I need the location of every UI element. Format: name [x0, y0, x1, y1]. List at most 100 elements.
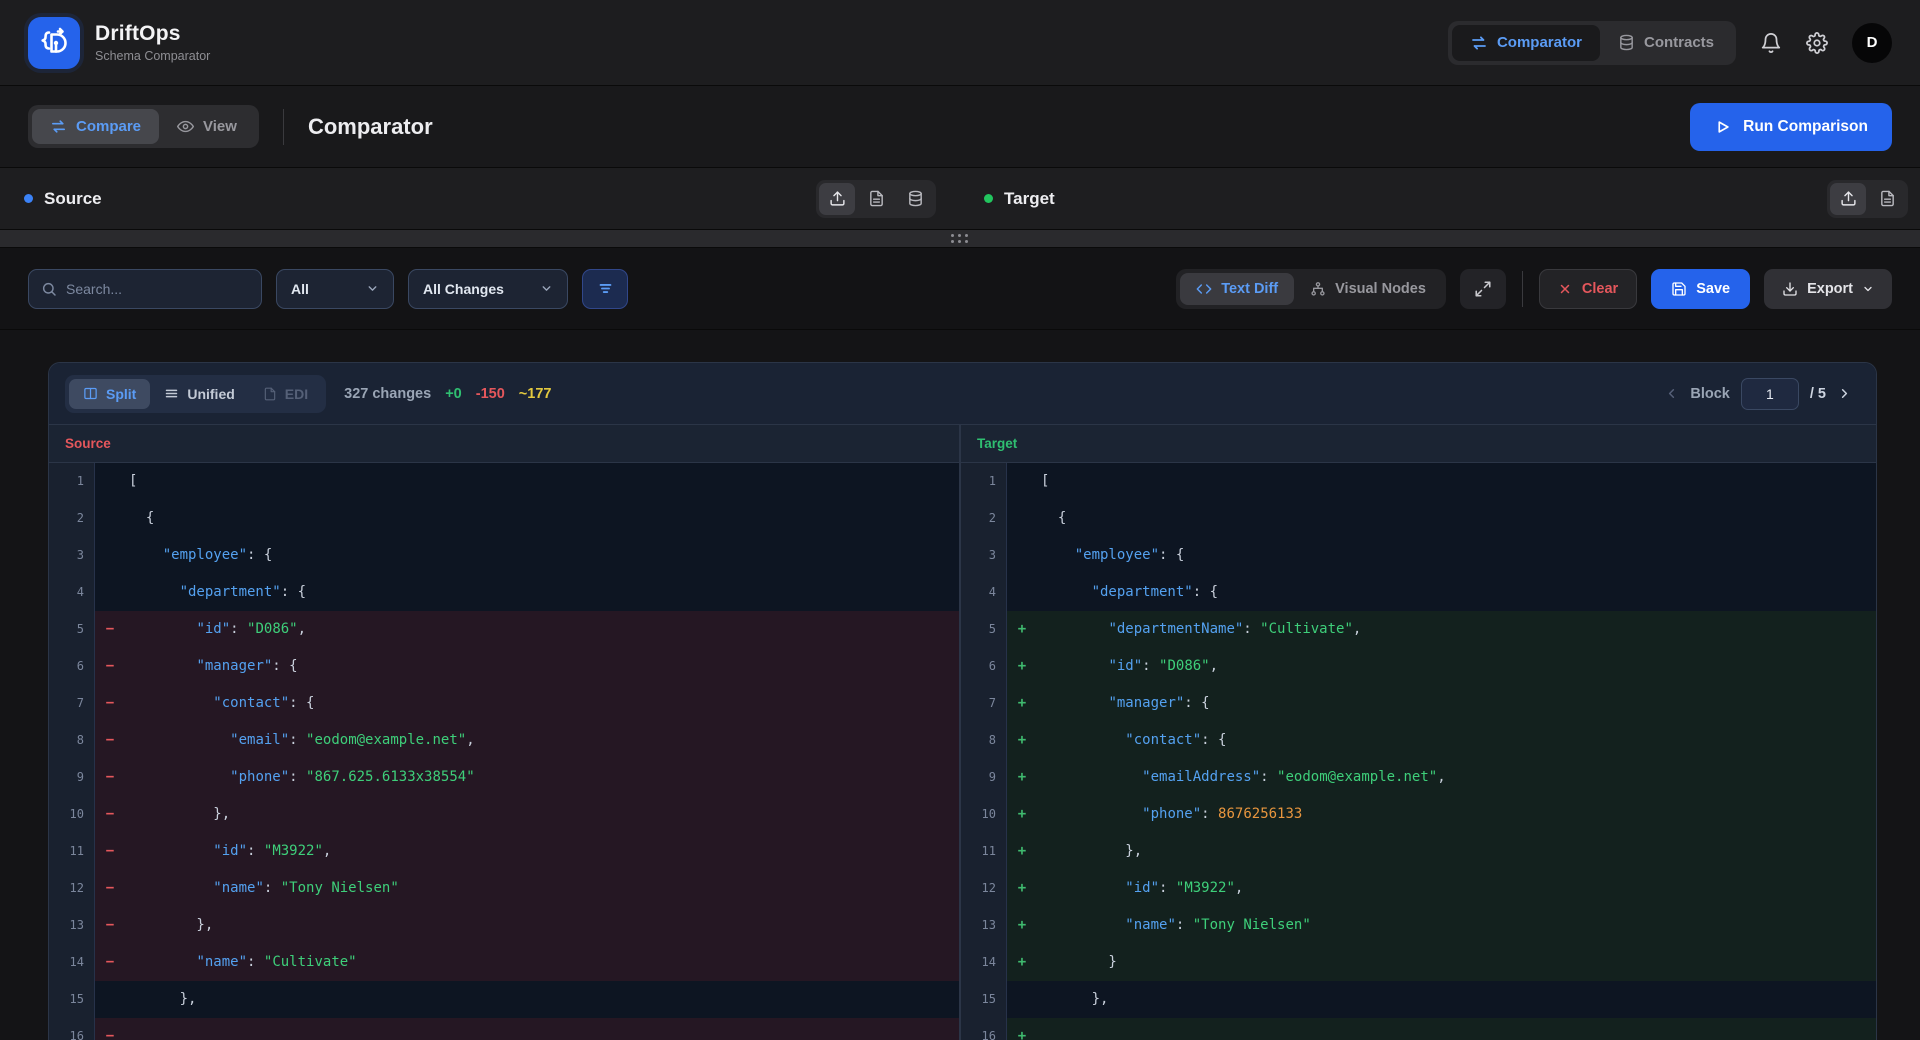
diff-line[interactable]: 7+ "manager": {: [961, 685, 1876, 722]
diff-line[interactable]: 9− "phone": "867.625.6133x38554": [49, 759, 959, 796]
search-input[interactable]: [66, 281, 249, 297]
code-text: "departmentName": "Cultivate",: [1037, 611, 1361, 648]
line-number: 9: [49, 759, 95, 796]
source-sample-data-button[interactable]: [897, 183, 933, 215]
fullscreen-button[interactable]: [1460, 269, 1506, 309]
diff-line[interactable]: 7− "contact": {: [49, 685, 959, 722]
mode-compare-label: Compare: [76, 118, 141, 135]
block-prev-icon[interactable]: [1664, 386, 1679, 401]
line-number: 14: [49, 944, 95, 981]
diff-line[interactable]: 4 "department": {: [961, 574, 1876, 611]
diff-line[interactable]: 16+: [961, 1018, 1876, 1040]
source-code-pane[interactable]: 1[2 {3 "employee": {4 "department": {5− …: [49, 463, 961, 1040]
code-text: "phone": 8676256133: [1037, 796, 1302, 833]
code-text: "name": "Tony Nielsen": [125, 870, 399, 907]
diff-line[interactable]: 14+ }: [961, 944, 1876, 981]
split-columns-icon: [83, 386, 98, 401]
change-marker: [95, 537, 125, 574]
advanced-filter-button[interactable]: [582, 269, 628, 309]
diff-line[interactable]: 6+ "id": "D086",: [961, 648, 1876, 685]
change-marker: −: [95, 833, 125, 870]
diff-line[interactable]: 13+ "name": "Tony Nielsen": [961, 907, 1876, 944]
code-text: }: [1037, 944, 1117, 981]
block-number-input[interactable]: [1741, 378, 1799, 410]
diff-line[interactable]: 6− "manager": {: [49, 648, 959, 685]
diff-card: Split Unified EDI 327 changes +0: [48, 362, 1877, 1040]
diff-line[interactable]: 5+ "departmentName": "Cultivate",: [961, 611, 1876, 648]
diff-line[interactable]: 11− "id": "M3922",: [49, 833, 959, 870]
save-label: Save: [1696, 281, 1730, 297]
save-button[interactable]: Save: [1651, 269, 1750, 309]
diff-line[interactable]: 3 "employee": {: [961, 537, 1876, 574]
change-marker: −: [95, 870, 125, 907]
mode-compare-button[interactable]: Compare: [32, 109, 159, 144]
diff-line[interactable]: 4 "department": {: [49, 574, 959, 611]
run-comparison-button[interactable]: Run Comparison: [1690, 103, 1892, 151]
tab-comparator-label: Comparator: [1497, 34, 1582, 51]
change-type-select[interactable]: All Changes: [408, 269, 568, 309]
notifications-bell-icon[interactable]: [1760, 32, 1782, 54]
diff-line[interactable]: 12− "name": "Tony Nielsen": [49, 870, 959, 907]
diff-line[interactable]: 13− },: [49, 907, 959, 944]
target-pane-header: Target: [960, 168, 1920, 229]
line-number: 12: [49, 870, 95, 907]
line-number: 2: [49, 500, 95, 537]
line-number: 9: [961, 759, 1007, 796]
diff-line[interactable]: 1[: [49, 463, 959, 500]
diff-line[interactable]: 1[: [961, 463, 1876, 500]
tab-split[interactable]: Split: [69, 379, 150, 409]
line-number: 3: [49, 537, 95, 574]
diff-line[interactable]: 15 },: [49, 981, 959, 1018]
user-avatar[interactable]: D: [1852, 23, 1892, 63]
line-number: 7: [961, 685, 1007, 722]
tab-comparator[interactable]: Comparator: [1452, 25, 1600, 61]
block-next-icon[interactable]: [1837, 386, 1852, 401]
source-paste-text-button[interactable]: [858, 183, 894, 215]
target-code-pane[interactable]: 1[2 {3 "employee": {4 "department": {5+ …: [961, 463, 1876, 1040]
clear-button[interactable]: Clear: [1539, 269, 1637, 309]
settings-gear-icon[interactable]: [1806, 32, 1828, 54]
code-text: "name": "Tony Nielsen": [1037, 907, 1311, 944]
diff-line[interactable]: 8+ "contact": {: [961, 722, 1876, 759]
mode-toggle: Compare View: [28, 105, 259, 148]
target-upload-button[interactable]: [1830, 183, 1866, 215]
diff-line[interactable]: 2 {: [49, 500, 959, 537]
diff-line[interactable]: 16−: [49, 1018, 959, 1040]
tab-edi[interactable]: EDI: [249, 379, 322, 409]
target-paste-text-button[interactable]: [1869, 183, 1905, 215]
app-logo-icon: [28, 17, 80, 69]
text-diff-button[interactable]: Text Diff: [1180, 273, 1294, 305]
scope-select[interactable]: All: [276, 269, 394, 309]
code-text: "name": "Cultivate": [125, 944, 357, 981]
diff-line[interactable]: 14− "name": "Cultivate": [49, 944, 959, 981]
visual-nodes-button[interactable]: Visual Nodes: [1294, 273, 1442, 305]
modified-count: ~177: [519, 386, 552, 402]
source-upload-button[interactable]: [819, 183, 855, 215]
diff-line[interactable]: 11+ },: [961, 833, 1876, 870]
diff-line[interactable]: 5− "id": "D086",: [49, 611, 959, 648]
diff-line[interactable]: 3 "employee": {: [49, 537, 959, 574]
tab-unified[interactable]: Unified: [150, 379, 248, 409]
search-box: [28, 269, 262, 309]
tab-contracts[interactable]: Contracts: [1600, 25, 1732, 61]
diff-line[interactable]: 15 },: [961, 981, 1876, 1018]
pane-resize-splitter[interactable]: [0, 230, 1920, 248]
text-diff-label: Text Diff: [1221, 281, 1278, 297]
chevron-down-icon: [1862, 283, 1874, 295]
diff-line[interactable]: 2 {: [961, 500, 1876, 537]
upload-icon: [829, 190, 846, 207]
swap-icon: [50, 118, 67, 135]
mode-view-button[interactable]: View: [159, 109, 255, 144]
change-marker: [1007, 500, 1037, 537]
code-text: },: [125, 907, 213, 944]
diff-line[interactable]: 10+ "phone": 8676256133: [961, 796, 1876, 833]
diff-line[interactable]: 10− },: [49, 796, 959, 833]
diff-line[interactable]: 9+ "emailAddress": "eodom@example.net",: [961, 759, 1876, 796]
line-number: 14: [961, 944, 1007, 981]
export-button[interactable]: Export: [1764, 269, 1892, 309]
line-number: 8: [49, 722, 95, 759]
diff-line[interactable]: 12+ "id": "M3922",: [961, 870, 1876, 907]
target-column-header: Target: [961, 425, 1876, 462]
download-icon: [1782, 281, 1798, 297]
diff-line[interactable]: 8− "email": "eodom@example.net",: [49, 722, 959, 759]
